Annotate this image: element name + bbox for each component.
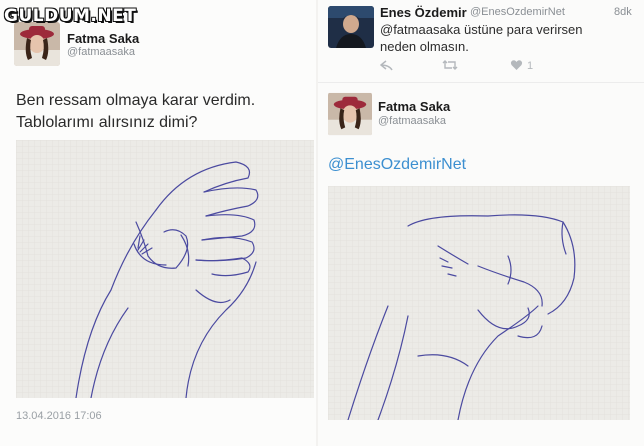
right-reply-thread: Enes Özdemir @EnesOzdemirNet 8dk @fatmaa… <box>318 0 644 446</box>
site-watermark: GULDUM.NET <box>4 6 137 26</box>
reply-time[interactable]: 8dk <box>614 6 632 18</box>
left-tweet-card: Fatma Saka @fatmaasaka Ben ressam olmaya… <box>0 0 316 446</box>
reply-icon[interactable] <box>379 59 394 74</box>
hand-drawing-image-right[interactable] <box>328 186 630 420</box>
tweet-text-line-1: Ben ressam olmaya karar verdim. <box>16 92 256 109</box>
reply-author-handle[interactable]: @EnesOzdemirNet <box>470 6 565 18</box>
fatma-avatar-right[interactable] <box>328 92 372 136</box>
thread-divider <box>318 82 644 83</box>
tweet-text-line-2: Tablolarımı alırsınız dimi? <box>16 114 198 131</box>
reply-actions-bar: 1 <box>379 59 550 74</box>
fatma-avatar[interactable] <box>14 22 60 66</box>
reply-author-name[interactable]: Enes Özdemir <box>380 5 467 20</box>
reply-text-line-1: @fatmaasaka üstüne para verirsen <box>380 22 583 37</box>
like-icon[interactable] <box>510 59 524 74</box>
mention-link[interactable]: @EnesOzdemirNet <box>328 156 466 174</box>
retweet-icon[interactable] <box>442 59 458 74</box>
reply-text-line-2: neden olmasın. <box>380 39 469 54</box>
like-count: 1 <box>527 60 534 72</box>
right-author-name[interactable]: Fatma Saka <box>378 99 450 114</box>
enes-avatar[interactable] <box>328 6 374 48</box>
author-handle[interactable]: @fatmaasaka <box>67 46 135 58</box>
author-name[interactable]: Fatma Saka <box>67 31 139 46</box>
right-author-handle[interactable]: @fatmaasaka <box>378 115 446 127</box>
hand-drawing-image-left[interactable] <box>16 140 314 398</box>
tweet-date[interactable]: 13.04.2016 17:06 <box>16 410 102 422</box>
